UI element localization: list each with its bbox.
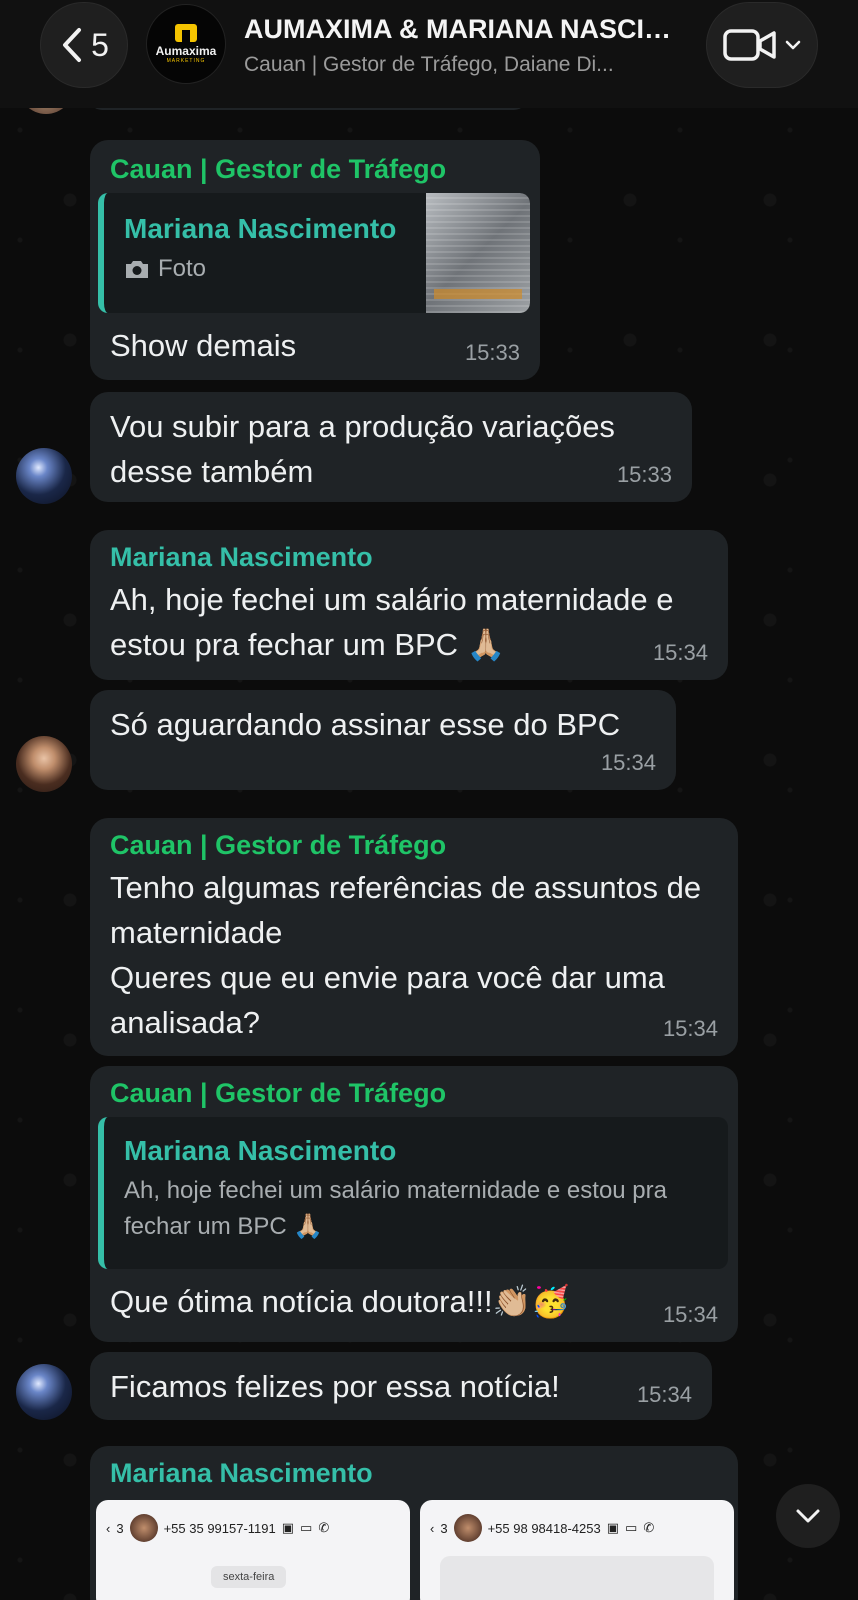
screenshot-header: ‹ 3 +55 35 99157-1191 ▣ ▭ ✆ (96, 1500, 410, 1556)
message-text-line-2: Queres que eu envie para você dar uma an… (110, 960, 665, 1040)
scroll-to-bottom-button[interactable] (776, 1484, 840, 1548)
logo-subtext: MARKETING (166, 58, 206, 64)
screenshot-image[interactable]: ‹ 3 +55 35 99157-1191 ▣ ▭ ✆ sexta-feira (96, 1500, 410, 1600)
message-time: 15:34 (636, 1382, 692, 1407)
message-text: Ah, hoje fechei um salário maternidade e… (110, 582, 674, 662)
quote-text: Ah, hoje fechei um salário maternidade e… (124, 1177, 667, 1240)
video-camera-icon: ▭ (625, 1520, 638, 1535)
message-bubble[interactable]: Cauan | Gestor de Tráfego Mariana Nascim… (90, 1066, 738, 1342)
screenshot-back-count: 3 (116, 1520, 124, 1536)
message-text: Ficamos felizes por essa notícia! (110, 1369, 560, 1404)
message-bubble[interactable]: Cauan | Gestor de Tráfego Mariana Nascim… (90, 140, 540, 380)
unread-count: 5 (91, 26, 109, 63)
date-chip: sexta-feira (211, 1566, 287, 1588)
avatar (453, 1514, 482, 1542)
message-bubble[interactable]: Cauan | Gestor de Tráfego Tenho algumas … (90, 818, 738, 1056)
contact-card-icon: ▣ (606, 1520, 620, 1535)
screenshot-header: ‹ 3 +55 98 98418-4253 ▣ ▭ ✆ (420, 1500, 734, 1556)
sender-name: Mariana Nascimento (110, 542, 373, 572)
sender-name: Mariana Nascimento (110, 1458, 373, 1488)
photo-thumbnail[interactable] (426, 193, 530, 313)
quote-sender: Mariana Nascimento (124, 1135, 397, 1166)
message-time: 15:34 (652, 640, 708, 665)
video-call-button[interactable] (706, 2, 818, 88)
chat-subtitle: Cauan | Gestor de Tráfego, Daiane Di... (244, 53, 614, 76)
sender-name: Cauan | Gestor de Tráfego (110, 830, 447, 860)
contact-card-icon: ▣ (281, 1520, 295, 1535)
avatar[interactable] (16, 736, 72, 792)
camera-icon (126, 261, 148, 278)
message-text: Que ótima notícia doutora!!!👏🏼🥳 (110, 1284, 570, 1319)
screenshot-profile-card (440, 1556, 714, 1600)
message-bubble[interactable]: Ficamos felizes por essa notícia! 15:34 (90, 1352, 712, 1420)
message-text-line-1: Tenho algumas referências de assuntos de… (110, 870, 702, 950)
chevron-down-icon (785, 40, 801, 50)
chat-info[interactable]: AUMAXIMA & MARIANA NASCIMENTO Cauan | Ge… (244, 14, 684, 77)
message-time: 15:34 (662, 1016, 718, 1041)
group-avatar[interactable]: Aumaxima MARKETING (146, 4, 226, 84)
video-camera-icon: ▭ (300, 1520, 313, 1535)
message-time: 15:34 (600, 750, 656, 775)
message-bubble[interactable]: Vou subir para a produção variações dess… (90, 392, 692, 502)
chat-title: AUMAXIMA & MARIANA NASCIMENTO (244, 14, 684, 44)
message-text: Show demais (110, 328, 297, 363)
message-bubble[interactable]: Mariana Nascimento Ah, hoje fechei um sa… (90, 530, 728, 680)
screenshot-phone: +55 35 99157-1191 (163, 1520, 276, 1536)
screenshot-image[interactable]: ‹ 3 +55 98 98418-4253 ▣ ▭ ✆ (420, 1500, 734, 1600)
chevron-left-icon (63, 28, 82, 62)
message-time: 15:33 (464, 340, 520, 365)
chevron-down-icon (796, 1509, 820, 1523)
back-button[interactable]: 5 (40, 2, 128, 88)
quoted-message[interactable]: Mariana Nascimento Foto (98, 193, 530, 313)
message-text: Só aguardando assinar esse do BPC (110, 707, 621, 742)
message-time: 15:34 (662, 1302, 718, 1327)
phone-icon: ✆ (643, 1520, 655, 1535)
phone-icon: ✆ (318, 1520, 330, 1535)
quoted-message[interactable]: Mariana Nascimento Ah, hoje fechei um sa… (98, 1117, 728, 1269)
avatar[interactable] (16, 448, 72, 504)
screenshot-back-count: 3 (440, 1520, 448, 1536)
aumaxima-logo-icon (175, 24, 197, 42)
sender-name: Cauan | Gestor de Tráfego (110, 154, 447, 184)
video-camera-icon (723, 29, 776, 61)
message-bubble[interactable]: Só aguardando assinar esse do BPC 15:34 (90, 690, 676, 790)
avatar (129, 1514, 158, 1542)
avatar[interactable] (16, 1364, 72, 1420)
chevron-left-icon: ‹ (106, 1520, 111, 1536)
message-time: 15:33 (616, 462, 672, 487)
sender-name: Cauan | Gestor de Tráfego (110, 1078, 447, 1108)
quote-text: Foto (158, 255, 207, 282)
chat-header: 5 Aumaxima MARKETING AUMAXIMA & MARIANA … (0, 0, 858, 108)
chevron-left-icon: ‹ (430, 1520, 435, 1536)
message-text: Vou subir para a produção variações dess… (110, 409, 615, 489)
logo-text: Aumaxima (155, 44, 217, 58)
screenshot-phone: +55 98 98418-4253 (487, 1520, 601, 1536)
